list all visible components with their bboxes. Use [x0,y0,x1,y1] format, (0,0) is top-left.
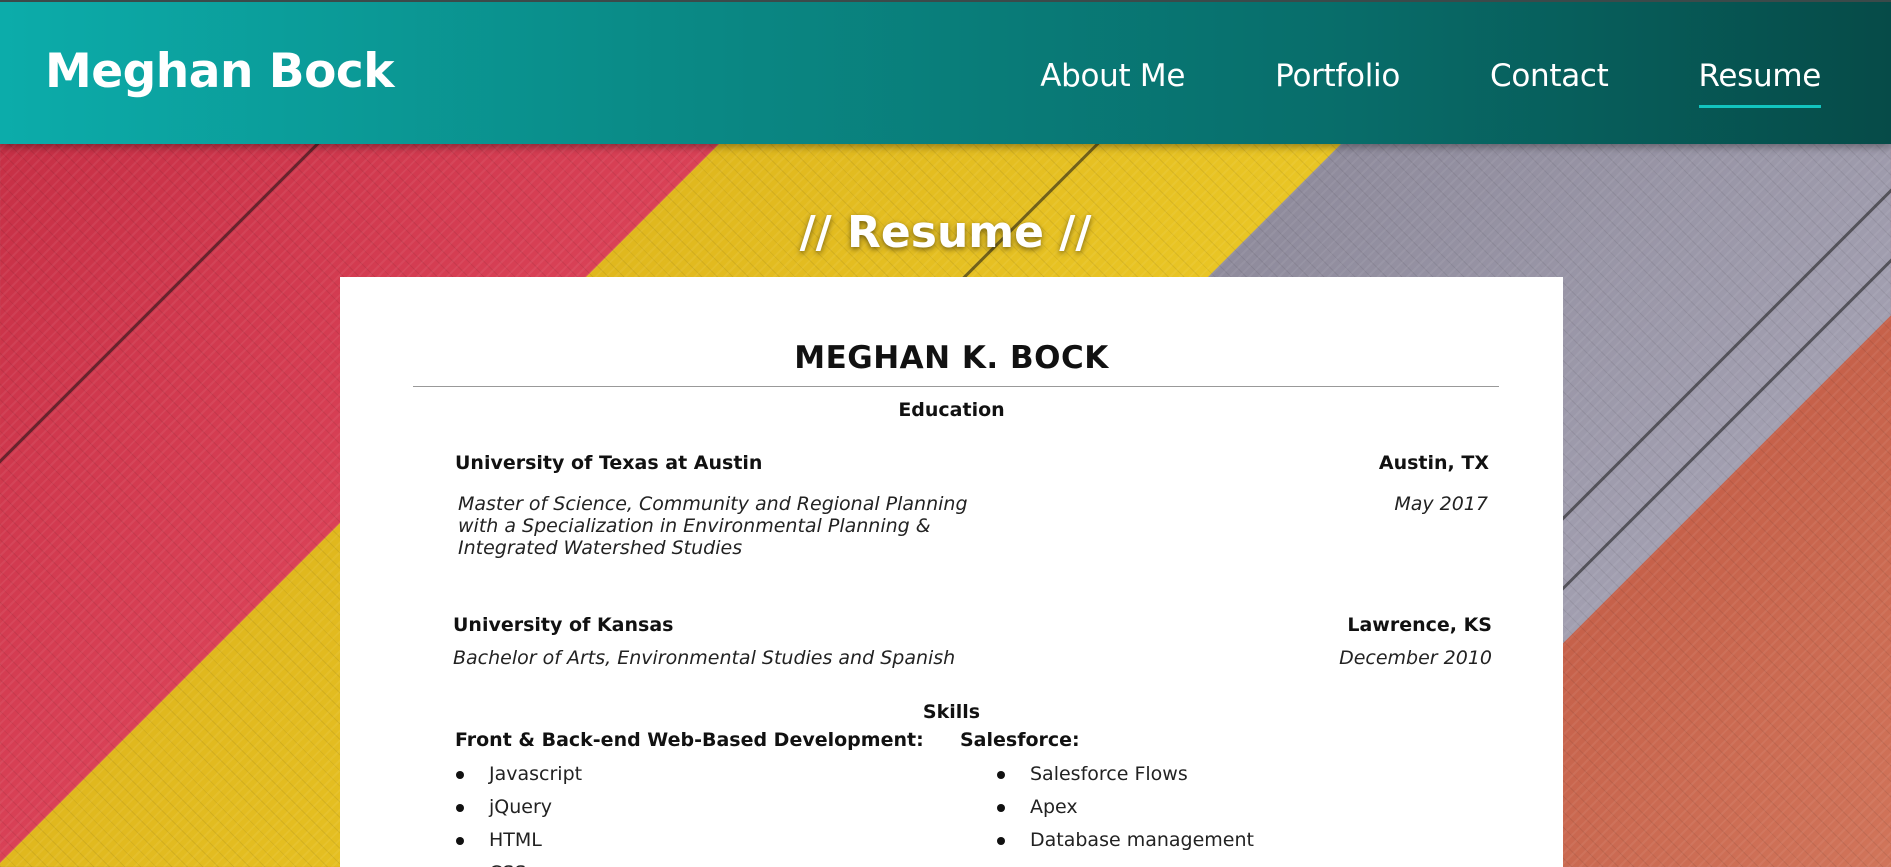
education-degree-line: Integrated Watershed Studies [458,537,743,559]
site-title[interactable]: Meghan Bock [45,44,395,99]
education-school: University of Texas at Austin [455,452,763,474]
resume-document: MEGHAN K. BOCK Education University of T… [340,277,1563,867]
education-date: December 2010 [1339,647,1492,669]
nav-link-portfolio[interactable]: Portfolio [1275,58,1400,94]
skill-group-heading: Front & Back-end Web-Based Development: [455,729,924,751]
skill-item: HTML [453,824,582,857]
resume-divider [413,386,1499,387]
site-header: Meghan Bock About Me Portfolio Contact R… [0,0,1891,144]
skills-heading: Skills [922,701,981,723]
education-degree-line: Bachelor of Arts, Environmental Studies … [453,647,956,669]
skill-item: jQuery [453,791,582,824]
skill-item: Salesforce Flows [994,758,1254,791]
skill-list: Javascript jQuery HTML CSS [453,758,582,867]
page-heading: // Resume // [799,207,1092,258]
education-heading: Education [898,399,1005,421]
education-location: Austin, TX [1378,452,1489,474]
education-degree-line: Master of Science, Community and Regiona… [458,493,968,515]
education-degree: Bachelor of Arts, Environmental Studies … [453,647,1053,669]
resume-name: MEGHAN K. BOCK [794,340,1109,376]
wood-plank-seam [1548,105,1891,603]
skill-item: CSS [453,857,582,867]
main-nav: About Me Portfolio Contact Resume [1040,58,1821,108]
skill-item: Apex [994,791,1254,824]
education-school: University of Kansas [453,614,674,636]
nav-link-contact[interactable]: Contact [1490,58,1609,94]
nav-link-about-me[interactable]: About Me [1040,58,1185,94]
education-location: Lawrence, KS [1347,614,1492,636]
skill-list: Salesforce Flows Apex Database managemen… [994,758,1254,857]
nav-link-resume[interactable]: Resume [1698,58,1821,108]
page: { "header": { "site_title": "Meghan Bock… [0,0,1891,867]
skill-item: Javascript [453,758,582,791]
education-degree: Master of Science, Community and Regiona… [458,493,1018,559]
skill-group-heading: Salesforce: [960,729,1080,751]
education-degree-line: with a Specialization in Environmental P… [458,515,931,537]
education-date: May 2017 [1394,493,1488,515]
skill-item: Database management [994,824,1254,857]
